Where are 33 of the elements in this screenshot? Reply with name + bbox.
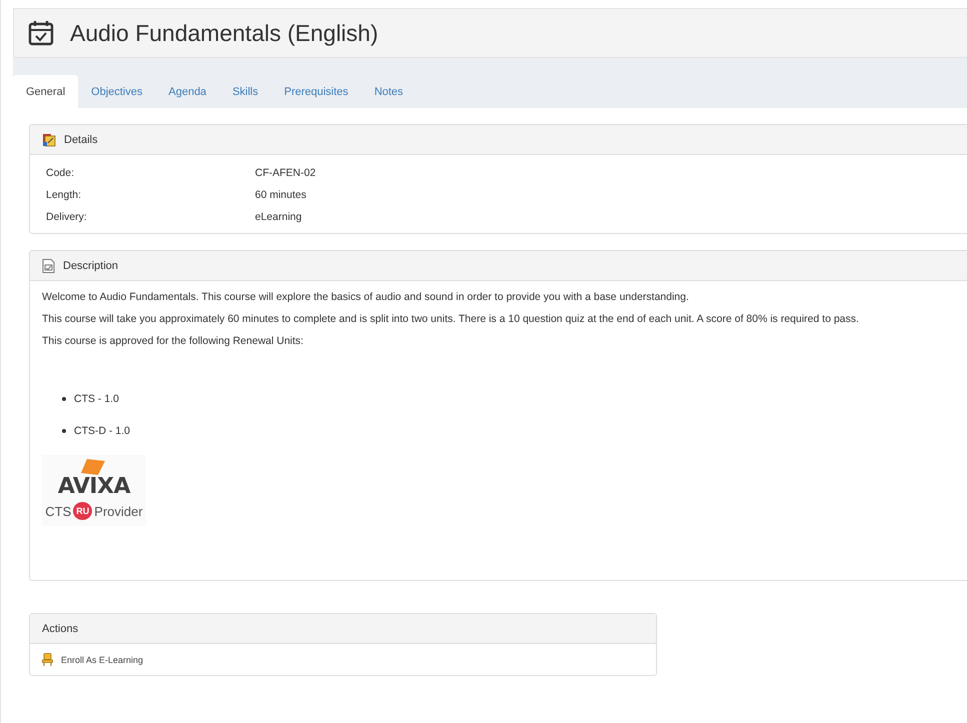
chevron-logo-icon <box>81 459 107 476</box>
field-label: Code: <box>46 167 76 179</box>
panel-title: Details <box>64 134 98 146</box>
tab[interactable]: Objectives <box>78 75 156 108</box>
notepad-icon <box>42 132 56 146</box>
chair-icon <box>42 653 53 666</box>
paragraph: Welcome to Audio Fundamentals. This course will explore the basics of audio and sound in order to provide you with a base understanding. <box>42 291 690 303</box>
tab[interactable]: Agenda <box>156 75 220 108</box>
field-value: eLearning <box>255 211 302 223</box>
logo-name: AVIXA <box>58 476 130 498</box>
panel-title: Actions <box>42 622 78 634</box>
logo-badge: RU <box>73 502 92 520</box>
tab[interactable]: Prerequisites <box>271 75 362 108</box>
tab[interactable]: Notes <box>361 75 416 108</box>
list-item: CTS-D - 1.0 <box>74 425 130 437</box>
field-label: Length: <box>46 189 82 201</box>
bullet-icon <box>62 397 66 401</box>
paragraph: This course is approved for the following Renewal Units: <box>42 335 304 347</box>
list-item: CTS - 1.0 <box>74 393 119 405</box>
field-value: 60 minutes <box>255 189 306 201</box>
field-label: Delivery: <box>46 211 88 223</box>
tab[interactable]: Skills <box>219 75 272 108</box>
logo-text: CTS <box>45 504 72 518</box>
calendar-check-icon <box>28 20 54 46</box>
panel-title: Description <box>63 260 118 272</box>
tab[interactable]: General <box>13 75 78 108</box>
enroll-link[interactable]: Enroll As E-Learning <box>61 654 144 664</box>
page-title: Audio Fundamentals (English) <box>70 20 378 46</box>
document-icon <box>42 258 55 272</box>
bullet-icon <box>62 429 66 433</box>
paragraph: This course will take you approximately 60 minutes to complete and is split into two units. There is a 10 question quiz at the end of each unit. A score of 80% is required to pass. <box>42 313 860 325</box>
field-value: CF-AFEN-02 <box>255 167 316 179</box>
logo-text: Provider <box>94 504 143 518</box>
